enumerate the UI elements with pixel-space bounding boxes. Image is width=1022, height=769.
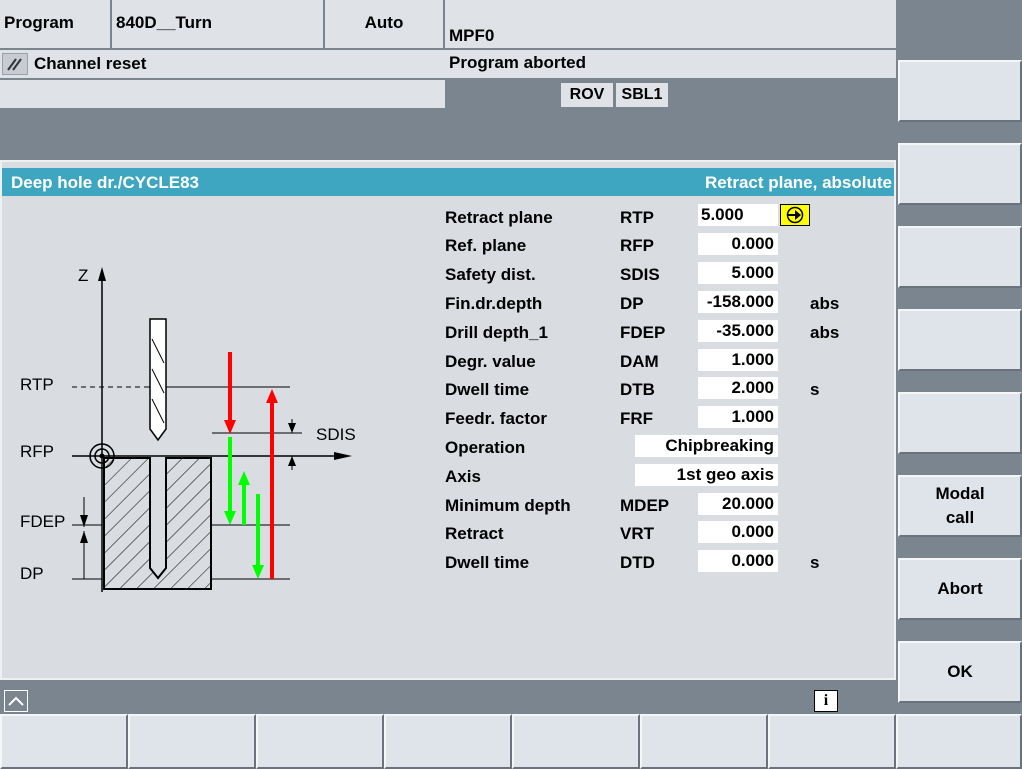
param-code-mdep: MDEP	[620, 496, 670, 515]
param-code-rtp: RTP	[620, 208, 654, 227]
param-code-vrt: VRT	[620, 524, 654, 543]
indicator-rov: ROV	[560, 82, 614, 108]
diagram-label-z: Z	[78, 266, 89, 285]
param-label-dtb: Dwell time	[445, 380, 530, 399]
dialog-title-bar: Deep hole dr./CYCLE83 Retract plane, abs…	[2, 168, 894, 196]
recall-up-icon[interactable]	[4, 690, 28, 712]
softkey-v2[interactable]	[898, 143, 1022, 205]
fdep-input[interactable]: -35.000	[698, 320, 778, 342]
param-code-fdep: FDEP	[620, 323, 666, 342]
abort-button[interactable]: Abort	[898, 558, 1022, 620]
param-code-dtd: DTD	[620, 553, 655, 572]
param-label-operation: Operation	[445, 438, 526, 457]
param-code-rfp: RFP	[620, 236, 654, 255]
diagram-label-rfp: RFP	[20, 442, 54, 461]
modal-call-button[interactable]: Modal call	[898, 475, 1022, 537]
dtd-unit: s	[810, 553, 820, 572]
param-label-axis: Axis	[445, 467, 481, 486]
info-icon[interactable]: i	[814, 690, 838, 712]
param-code-dam: DAM	[620, 352, 659, 371]
param-label-dp: Fin.dr.depth	[445, 294, 543, 313]
softkey-h2[interactable]	[128, 714, 256, 769]
axis-select[interactable]: 1st geo axis	[635, 464, 778, 486]
softkey-h7[interactable]	[768, 714, 896, 769]
operation-select[interactable]: Chipbreaking	[635, 435, 778, 457]
area-name: Program	[0, 0, 112, 48]
dtb-unit: s	[810, 380, 820, 399]
softkey-h3[interactable]	[256, 714, 384, 769]
dp-input[interactable]: -158.000	[698, 291, 778, 313]
vrt-input[interactable]: 0.000	[698, 521, 778, 543]
param-label-sdis: Safety dist.	[445, 265, 536, 284]
mdep-input[interactable]: 20.000	[698, 493, 778, 515]
dialog-hint: Retract plane, absolute	[704, 173, 892, 192]
program-status: Program aborted	[445, 50, 896, 78]
param-label-rtp: Retract plane	[445, 208, 553, 227]
param-code-frf: FRF	[620, 409, 654, 428]
frf-input[interactable]: 1.000	[698, 406, 778, 428]
dtd-input[interactable]: 0.000	[698, 550, 778, 572]
param-label-vrt: Retract	[445, 524, 504, 543]
cycle-dialog: Deep hole dr./CYCLE83 Retract plane, abs…	[0, 160, 896, 680]
dialog-title: Deep hole dr./CYCLE83	[11, 173, 199, 192]
sdis-input[interactable]: 5.000	[698, 262, 778, 284]
channel-reset-icon	[2, 53, 28, 75]
param-code-sdis: SDIS	[620, 265, 660, 284]
softkey-h1[interactable]	[0, 714, 128, 769]
channel-status: Channel reset	[0, 50, 445, 78]
rfp-input[interactable]: 0.000	[698, 233, 778, 255]
softkey-h6[interactable]	[640, 714, 768, 769]
fdep-unit: abs	[810, 323, 840, 342]
param-label-dam: Degr. value	[445, 352, 536, 371]
mode-name: Auto	[325, 0, 445, 48]
dp-unit: abs	[810, 294, 840, 313]
param-label-frf: Feedr. factor	[445, 409, 548, 428]
param-label-fdep: Drill depth_1	[445, 323, 548, 342]
softkey-v5[interactable]	[898, 392, 1022, 454]
dtb-input[interactable]: 2.000	[698, 377, 778, 399]
softkey-h8[interactable]	[896, 714, 1022, 769]
diagram-label-sdis: SDIS	[316, 425, 356, 444]
softkey-v1[interactable]	[898, 60, 1022, 122]
diagram-label-rtp: RTP	[20, 375, 54, 394]
param-code-dtb: DTB	[620, 380, 655, 399]
indicator-sbl1: SBL1	[615, 82, 669, 108]
status-line	[0, 80, 445, 108]
softkey-h5[interactable]	[512, 714, 640, 769]
diagram-label-dp: DP	[20, 564, 44, 583]
program-name: MPF0	[445, 0, 896, 48]
dam-input[interactable]: 1.000	[698, 349, 778, 371]
softkey-h4[interactable]	[384, 714, 512, 769]
softkey-v3[interactable]	[898, 226, 1022, 288]
param-label-mdep: Minimum depth	[445, 496, 571, 515]
channel-status-text: Channel reset	[34, 54, 147, 73]
softkey-v4[interactable]	[898, 309, 1022, 371]
param-label-rfp: Ref. plane	[445, 236, 527, 255]
param-code-dp: DP	[620, 294, 644, 313]
drilling-diagram	[72, 267, 352, 592]
diagram-label-fdep: FDEP	[20, 512, 66, 531]
selection-arrow-icon[interactable]	[780, 204, 810, 226]
rtp-input[interactable]: 5.000	[698, 204, 778, 226]
ok-button[interactable]: OK	[898, 641, 1022, 703]
machine-name: 840D__Turn	[112, 0, 325, 48]
param-label-dtd: Dwell time	[445, 553, 530, 572]
